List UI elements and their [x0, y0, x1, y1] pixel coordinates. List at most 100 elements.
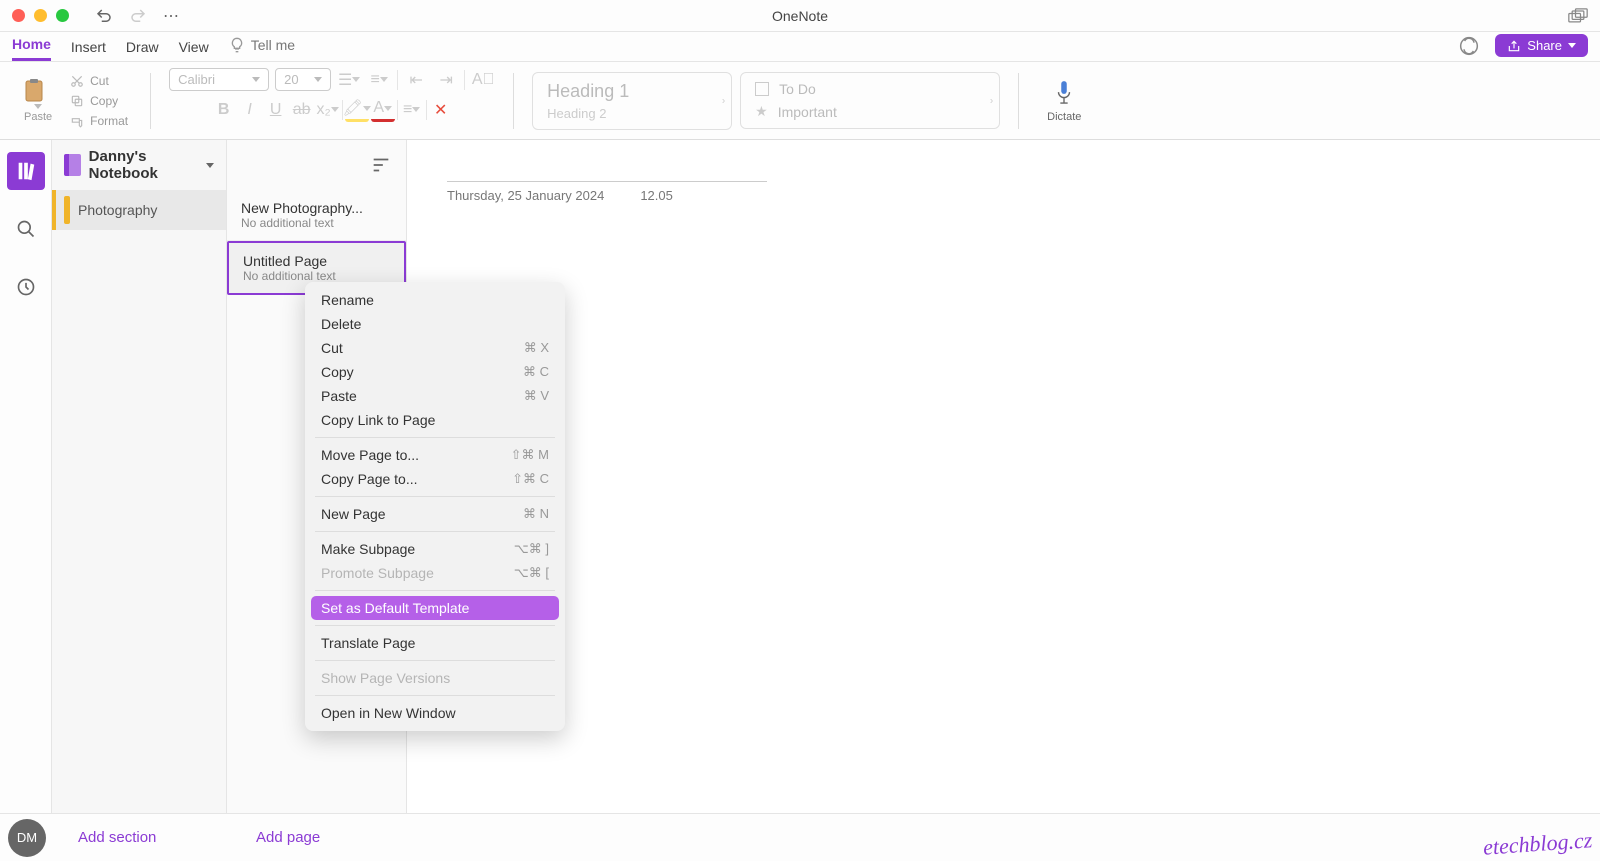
ctx-new-page[interactable]: New Page⌘ N	[305, 502, 565, 526]
clear-format-button[interactable]: A⃠	[471, 68, 495, 92]
bottom-bar: DM Add section Add page	[0, 813, 1600, 861]
titlebar: ⋯ OneNote	[0, 0, 1600, 32]
dictate-button[interactable]: Dictate	[1037, 75, 1091, 127]
close-window-button[interactable]	[12, 9, 25, 22]
ctx-copy-link[interactable]: Copy Link to Page	[305, 408, 565, 432]
add-page-button[interactable]: Add page	[256, 829, 320, 846]
page-title-input[interactable]	[447, 158, 767, 182]
tab-home[interactable]: Home	[12, 36, 51, 61]
search-rail-button[interactable]	[7, 210, 45, 248]
ribbon: Paste Cut Copy Format Calibri 20 ☰ ≡ ⇤ ⇥…	[0, 62, 1600, 140]
section-color-indicator	[64, 196, 70, 224]
delete-format-button[interactable]: ✕	[429, 98, 453, 122]
lightbulb-icon	[229, 37, 245, 53]
font-color-button[interactable]: A	[371, 98, 395, 122]
format-painter-icon	[70, 114, 84, 128]
minimize-window-button[interactable]	[34, 9, 47, 22]
chevron-down-icon	[206, 163, 214, 168]
app-title: OneNote	[772, 8, 828, 24]
strikethrough-button[interactable]: ab	[290, 98, 314, 122]
ctx-translate[interactable]: Translate Page	[305, 631, 565, 655]
ctx-copy-to[interactable]: Copy Page to...⇧⌘ C	[305, 467, 565, 491]
undo-icon[interactable]	[95, 7, 113, 25]
section-item[interactable]: Photography	[52, 190, 226, 230]
sort-icon[interactable]	[370, 154, 392, 176]
tag-todo[interactable]: To Do	[755, 81, 985, 97]
clipboard-group: Paste Cut Copy Format	[18, 68, 132, 134]
recent-rail-button[interactable]	[7, 268, 45, 306]
cut-button[interactable]: Cut	[66, 72, 132, 90]
redo-icon[interactable]	[129, 7, 147, 25]
share-icon	[1507, 39, 1521, 53]
ctx-show-versions: Show Page Versions	[305, 666, 565, 690]
tell-me-label: Tell me	[251, 37, 295, 53]
ctx-move-to[interactable]: Move Page to...⇧⌘ M	[305, 443, 565, 467]
notebook-icon	[64, 154, 81, 176]
sync-icon[interactable]	[1459, 36, 1479, 56]
page-item[interactable]: New Photography... No additional text	[227, 190, 406, 241]
styles-gallery[interactable]: Heading 1 Heading 2 ›	[532, 72, 732, 130]
page-subtitle: No additional text	[241, 216, 392, 230]
font-size-select[interactable]: 20	[275, 68, 331, 91]
notebook-name: Danny's Notebook	[89, 148, 198, 182]
notebooks-rail-button[interactable]	[7, 152, 45, 190]
tags-gallery[interactable]: To Do ★Important ›	[740, 72, 1000, 129]
page-date: Thursday, 25 January 2024	[447, 188, 604, 203]
share-button[interactable]: Share	[1495, 34, 1588, 57]
chevron-down-icon	[1568, 43, 1576, 48]
chevron-right-icon: ›	[722, 95, 725, 106]
numbering-button[interactable]: ≡	[367, 68, 391, 92]
add-section-button[interactable]: Add section	[78, 829, 240, 846]
paste-button[interactable]: Paste	[18, 74, 58, 127]
window-controls	[12, 9, 69, 22]
sections-panel: Danny's Notebook Photography	[52, 140, 227, 813]
ctx-make-subpage[interactable]: Make Subpage⌥⌘ ]	[305, 537, 565, 561]
note-canvas[interactable]: Thursday, 25 January 2024 12.05	[407, 140, 1600, 813]
tag-important[interactable]: ★Important	[755, 103, 985, 120]
ctx-rename[interactable]: Rename	[305, 288, 565, 312]
highlight-button[interactable]: 🖍	[345, 98, 369, 122]
tab-overview-icon[interactable]	[1568, 8, 1588, 24]
tell-me-search[interactable]: Tell me	[229, 37, 295, 61]
search-icon	[16, 219, 36, 239]
ctx-open-new-window[interactable]: Open in New Window	[305, 701, 565, 725]
maximize-window-button[interactable]	[56, 9, 69, 22]
microphone-icon	[1053, 79, 1075, 107]
outdent-button[interactable]: ⇤	[404, 68, 428, 92]
underline-button[interactable]: U	[264, 98, 288, 122]
format-painter-button[interactable]: Format	[66, 112, 132, 130]
bold-button[interactable]: B	[212, 98, 236, 122]
align-button[interactable]: ≡	[400, 98, 424, 122]
copy-icon	[70, 94, 84, 108]
font-family-select[interactable]: Calibri	[169, 68, 269, 91]
more-icon[interactable]: ⋯	[163, 6, 179, 26]
toolbar-history: ⋯	[95, 6, 179, 26]
tab-draw[interactable]: Draw	[126, 39, 159, 61]
checkbox-icon	[755, 82, 769, 96]
paste-label: Paste	[24, 111, 52, 123]
copy-button[interactable]: Copy	[66, 92, 132, 110]
indent-button[interactable]: ⇥	[434, 68, 458, 92]
style-heading1[interactable]: Heading 1	[547, 81, 717, 102]
tab-insert[interactable]: Insert	[71, 39, 106, 61]
bullets-button[interactable]: ☰	[337, 68, 361, 92]
page-title: New Photography...	[241, 200, 392, 216]
ctx-cut[interactable]: Cut⌘ X	[305, 336, 565, 360]
ctx-copy[interactable]: Copy⌘ C	[305, 360, 565, 384]
page-time: 12.05	[640, 188, 673, 203]
font-group: Calibri 20 ☰ ≡ ⇤ ⇥ A⃠ B I U ab x₂ 🖍 A ≡ …	[169, 68, 495, 134]
style-heading2[interactable]: Heading 2	[547, 106, 717, 121]
avatar[interactable]: DM	[8, 819, 46, 857]
ctx-paste[interactable]: Paste⌘ V	[305, 384, 565, 408]
page-subtitle: No additional text	[243, 269, 390, 283]
page-title: Untitled Page	[243, 253, 390, 269]
italic-button[interactable]: I	[238, 98, 262, 122]
main-area: Danny's Notebook Photography New Photogr…	[0, 140, 1600, 813]
ctx-delete[interactable]: Delete	[305, 312, 565, 336]
notebook-selector[interactable]: Danny's Notebook	[52, 140, 226, 190]
ctx-set-default-template[interactable]: Set as Default Template	[311, 596, 559, 620]
context-menu: Rename Delete Cut⌘ X Copy⌘ C Paste⌘ V Co…	[305, 282, 565, 731]
tab-view[interactable]: View	[179, 39, 209, 61]
subscript-button[interactable]: x₂	[316, 98, 340, 122]
ctx-promote-subpage: Promote Subpage⌥⌘ [	[305, 561, 565, 585]
